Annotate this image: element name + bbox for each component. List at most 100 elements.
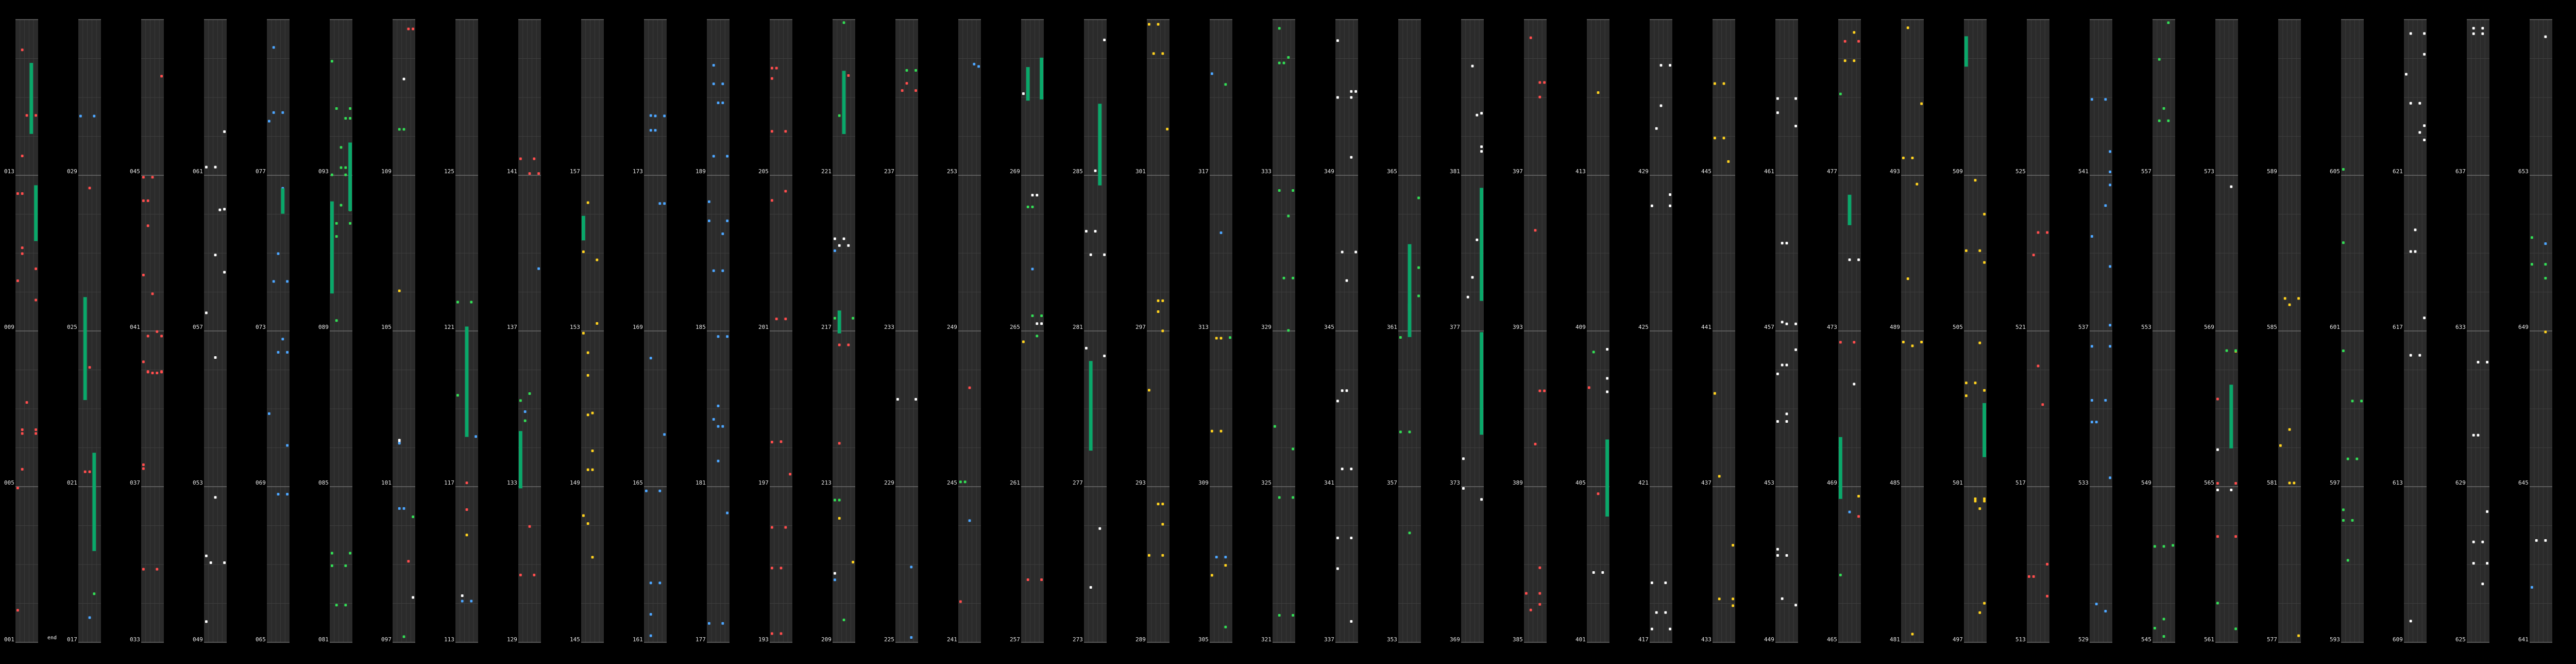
note <box>1592 351 1595 354</box>
note <box>1974 497 1977 500</box>
note <box>2297 634 2300 637</box>
note <box>1651 582 1653 585</box>
note <box>645 489 648 492</box>
note <box>1282 276 1285 279</box>
bar-number: 273 <box>1073 636 1083 643</box>
note <box>2481 27 2484 30</box>
note <box>1399 430 1402 434</box>
note <box>1534 229 1537 232</box>
note <box>21 155 24 158</box>
bar-number: 481 <box>1890 636 1900 643</box>
note <box>2288 482 2291 485</box>
note <box>2095 421 2098 424</box>
note <box>146 335 149 338</box>
note <box>331 60 333 63</box>
bar-number: 433 <box>1701 636 1711 643</box>
note <box>726 155 728 158</box>
bar-number: 213 <box>821 479 832 486</box>
bar-number: 093 <box>318 168 329 175</box>
note <box>1669 64 1671 67</box>
note <box>1022 92 1025 95</box>
note <box>2423 32 2426 35</box>
note <box>1085 229 1088 233</box>
note <box>1776 420 1779 423</box>
bar-number: 081 <box>318 636 329 643</box>
note <box>2477 434 2480 437</box>
note <box>1664 582 1667 585</box>
note <box>1974 500 1977 503</box>
note <box>470 600 473 603</box>
bar-number: 053 <box>193 479 203 486</box>
note <box>1471 276 1474 279</box>
hold-note <box>519 431 522 489</box>
bar-number: 001 <box>4 636 14 643</box>
note <box>708 200 710 203</box>
note <box>726 335 728 338</box>
bar-number: 437 <box>1701 479 1711 486</box>
hold-note <box>281 188 285 214</box>
bar-number: 133 <box>507 479 517 486</box>
bar-number: 385 <box>1513 636 1523 643</box>
note <box>331 173 333 176</box>
hold-note <box>1964 36 1968 67</box>
note <box>160 75 163 78</box>
note <box>272 46 275 49</box>
note <box>335 235 338 238</box>
note <box>402 635 405 638</box>
note <box>1103 354 1106 357</box>
note <box>1785 420 1788 423</box>
bar-number: 109 <box>381 168 392 175</box>
hold-note <box>29 63 33 134</box>
note <box>2216 448 2219 451</box>
note <box>142 360 145 363</box>
note <box>1601 571 1604 574</box>
note <box>586 413 589 417</box>
bar-number: 477 <box>1827 168 1837 175</box>
note <box>519 157 522 160</box>
note <box>1022 340 1025 343</box>
note <box>2109 265 2111 268</box>
bar-number: 205 <box>758 168 769 175</box>
note <box>2423 317 2426 320</box>
bar-number: 049 <box>193 636 203 643</box>
bar-number: 641 <box>2518 636 2529 643</box>
bar-number: 305 <box>1198 636 1209 643</box>
note <box>340 204 343 207</box>
note <box>2544 263 2547 266</box>
column: 465 469 473 477 <box>1827 19 1861 643</box>
note <box>1040 314 1043 318</box>
note <box>654 129 657 132</box>
note <box>2481 583 2484 586</box>
bar-number: 513 <box>2015 636 2026 643</box>
note <box>1148 23 1150 26</box>
note <box>465 482 468 485</box>
note <box>2216 482 2219 485</box>
note <box>1287 56 1290 59</box>
note <box>1588 386 1590 389</box>
note <box>21 428 24 431</box>
bar-number: 317 <box>1198 168 1209 175</box>
bar-number: 209 <box>821 636 832 643</box>
note <box>1785 412 1788 416</box>
note <box>277 252 280 255</box>
note <box>214 254 217 257</box>
column: 049 053 057 061 <box>193 19 227 643</box>
note <box>2472 540 2475 543</box>
note <box>519 573 522 576</box>
note <box>2032 575 2035 578</box>
note <box>1417 266 1420 269</box>
note <box>1538 603 1541 606</box>
bar-number: 325 <box>1261 479 1272 486</box>
note <box>1148 389 1150 392</box>
bar-number: 025 <box>67 324 77 330</box>
note <box>461 600 464 603</box>
bar-number: 033 <box>130 636 140 643</box>
note <box>1785 242 1788 245</box>
note <box>2046 594 2048 597</box>
note <box>1538 592 1541 595</box>
hold-note <box>1098 104 1102 186</box>
bar-number: 401 <box>1575 636 1586 643</box>
column: 369 373 377 381 <box>1450 19 1484 643</box>
note <box>1902 340 1905 343</box>
column: 113 117 121 125 <box>444 19 478 643</box>
